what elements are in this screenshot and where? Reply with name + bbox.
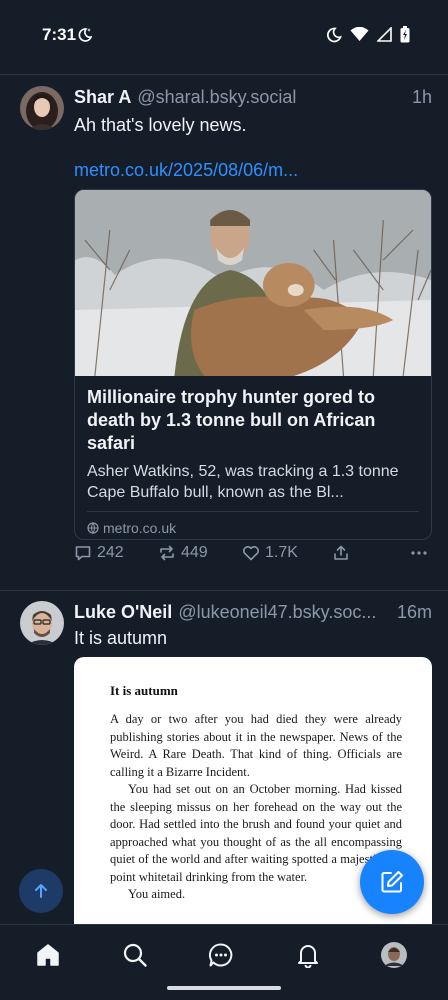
more-options-button[interactable] bbox=[410, 544, 428, 562]
post-text: It is autumn bbox=[74, 628, 168, 648]
post-link[interactable]: metro.co.uk/2025/08/06/m... bbox=[74, 160, 298, 181]
wifi-icon bbox=[350, 27, 369, 41]
handle[interactable]: @sharal.bsky.social bbox=[137, 87, 406, 108]
embed-title: Millionaire trophy hunter gored to death… bbox=[87, 387, 376, 453]
embed-description: Asher Watkins, 52, was tracking a 1.3 to… bbox=[87, 463, 399, 501]
bell-icon bbox=[298, 945, 318, 968]
cellular-signal-icon bbox=[377, 27, 392, 42]
share-button[interactable] bbox=[332, 544, 350, 562]
nav-notifications[interactable] bbox=[288, 939, 328, 971]
embed-thumbnail bbox=[75, 190, 431, 376]
post-time[interactable]: 1h bbox=[412, 87, 432, 108]
like-count: 1.7K bbox=[265, 544, 298, 561]
display-name[interactable]: Luke O'Neil bbox=[74, 602, 172, 623]
share-icon bbox=[334, 545, 348, 560]
moon-icon bbox=[326, 27, 342, 42]
image-text-paragraph: You aimed. bbox=[128, 887, 186, 901]
status-bar: 7:31 bbox=[0, 0, 448, 72]
embed-domain: metro.co.uk bbox=[103, 520, 177, 536]
embed-domain-row: metro.co.uk bbox=[87, 520, 419, 536]
image-text-paragraph: A day or two after you had died they wer… bbox=[110, 712, 402, 779]
display-name[interactable]: Shar A bbox=[74, 87, 131, 108]
nav-search[interactable] bbox=[115, 939, 155, 971]
battery-icon bbox=[400, 26, 410, 43]
author-avatar[interactable] bbox=[20, 601, 64, 645]
post-header: Shar A @sharal.bsky.social 1h bbox=[74, 87, 432, 108]
image-text-title: It is autumn bbox=[110, 683, 178, 698]
chat-icon bbox=[208, 943, 233, 967]
repost-count: 449 bbox=[181, 544, 208, 561]
scroll-to-top-button[interactable] bbox=[19, 869, 63, 913]
search-icon bbox=[123, 943, 147, 967]
reply-icon bbox=[75, 546, 91, 561]
image-text-body: A day or two after you had died they wer… bbox=[110, 711, 402, 904]
more-icon bbox=[411, 551, 427, 555]
status-icons bbox=[326, 26, 410, 43]
reply-count: 242 bbox=[97, 544, 124, 561]
image-text-paragraph: You had set out on an October morning. H… bbox=[110, 782, 402, 884]
nav-profile[interactable] bbox=[374, 939, 414, 971]
compose-icon bbox=[381, 871, 403, 893]
status-time: 7:31 bbox=[42, 25, 77, 44]
link-embed-card[interactable]: Millionaire trophy hunter gored to death… bbox=[74, 189, 432, 540]
post-image[interactable]: It is autumn A day or two after you had … bbox=[74, 657, 432, 957]
post-text: Ah that's lovely news. bbox=[74, 115, 247, 135]
author-avatar[interactable] bbox=[20, 86, 64, 130]
handle[interactable]: @lukeoneil47.bsky.soc... bbox=[178, 602, 391, 623]
profile-avatar bbox=[381, 942, 407, 968]
heart-icon bbox=[243, 546, 259, 561]
feed-post[interactable]: Shar A @sharal.bsky.social 1h Ah that's … bbox=[0, 75, 448, 590]
embed-separator bbox=[87, 511, 419, 512]
reply-button[interactable]: 242 bbox=[74, 544, 124, 562]
repost-button[interactable]: 449 bbox=[158, 544, 208, 562]
repost-icon bbox=[160, 545, 174, 561]
compose-button[interactable] bbox=[360, 850, 424, 914]
gesture-bar[interactable] bbox=[167, 986, 281, 990]
arrow-up-icon bbox=[35, 884, 47, 898]
nav-home[interactable] bbox=[28, 939, 68, 971]
nav-chat[interactable] bbox=[201, 939, 241, 971]
do-not-disturb-icon bbox=[78, 28, 93, 42]
home-icon bbox=[37, 944, 59, 966]
post-time[interactable]: 16m bbox=[397, 602, 432, 623]
post-header: Luke O'Neil @lukeoneil47.bsky.soc... 16m bbox=[74, 602, 432, 623]
like-button[interactable]: 1.7K bbox=[242, 544, 298, 562]
globe-icon bbox=[87, 522, 99, 534]
